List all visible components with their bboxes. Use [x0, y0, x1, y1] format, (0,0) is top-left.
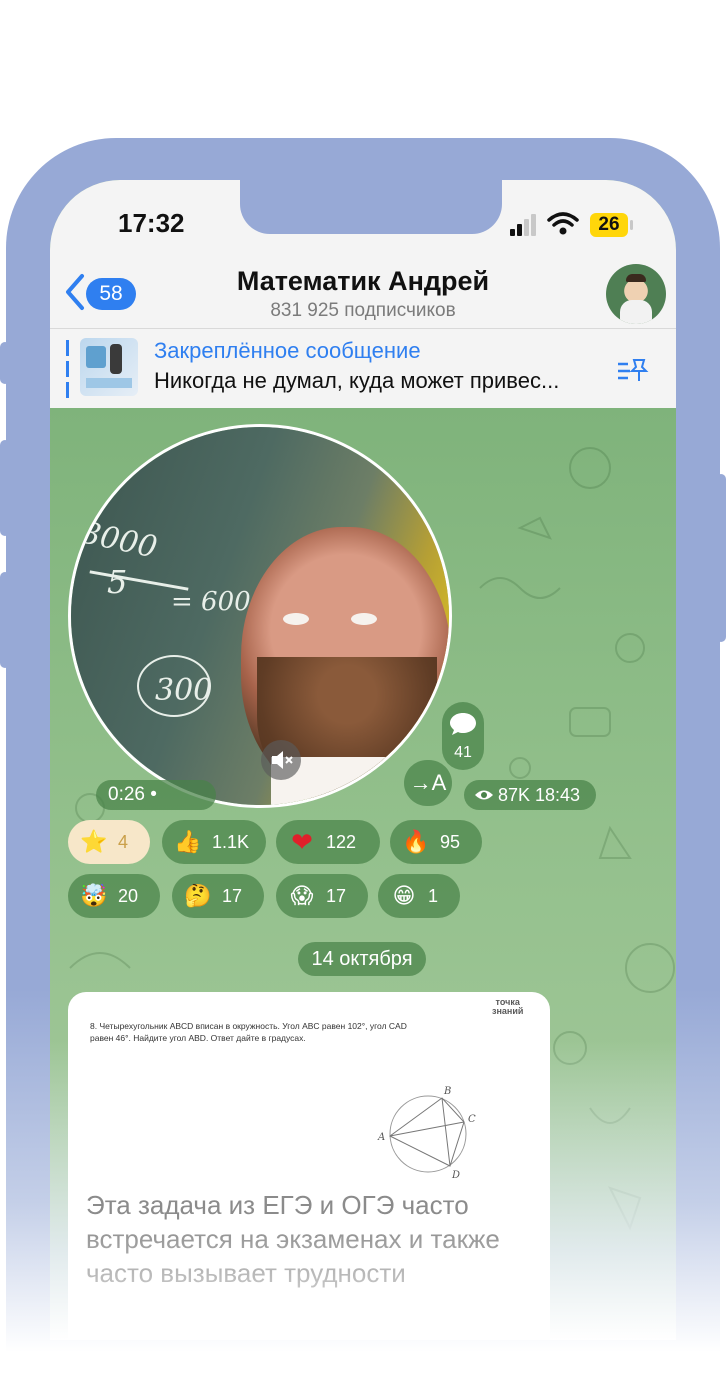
thumb-person [110, 344, 122, 374]
label-d: D [451, 1170, 460, 1181]
reaction-heart[interactable]: ❤ 122 [276, 820, 380, 864]
mind-blown-icon: 🤯 [80, 883, 108, 908]
pinned-thumbnail[interactable] [80, 338, 138, 396]
battery-cap [630, 220, 633, 230]
dynamic-island [240, 180, 502, 234]
label-c: C [468, 1114, 476, 1125]
chalk-number-3: = 600 [171, 587, 251, 617]
reaction-grin[interactable]: 😁 1 [378, 874, 460, 918]
status-time: 17:32 [118, 208, 185, 238]
reaction-count: 4 [118, 832, 129, 852]
thumbs-up-icon: 👍 [174, 829, 202, 854]
task-question: 8. Четырехугольник ABCD вписан в окружно… [90, 1021, 407, 1043]
avatar-hair [626, 274, 646, 282]
chalk-circle [137, 655, 211, 717]
wifi-icon [547, 212, 579, 235]
reaction-count: 122 [326, 832, 357, 852]
person-eye-right [351, 613, 377, 625]
reaction-scream[interactable]: 😱 17 [276, 874, 368, 918]
fire-icon: 🔥 [402, 829, 430, 854]
chalk-number-2: 5 [107, 563, 128, 601]
phone-screen: 17:32 26 58 Математик Андрей 831 925 под… [50, 180, 676, 1340]
video-duration: 0:26 • [96, 780, 216, 810]
thinking-face-icon: 🤔 [184, 883, 212, 908]
thumb-screen [86, 346, 106, 368]
views-and-time: 87K 18:43 [464, 780, 596, 810]
reaction-thumbs-up[interactable]: 👍 1.1K [162, 820, 266, 864]
header-divider [50, 328, 676, 329]
thumb-bottom [86, 378, 132, 388]
post-card[interactable]: точка знаний 8. Четырехугольник ABCD впи… [68, 992, 550, 1340]
inscribed-quadrilateral-diagram: A B C D [377, 1086, 476, 1181]
reaction-count: 20 [118, 886, 139, 906]
comment-bubble-icon [450, 713, 476, 735]
reaction-fire[interactable]: 🔥 95 [390, 820, 482, 864]
channel-avatar[interactable] [606, 264, 666, 324]
chat-header: 17:32 26 58 Математик Андрей 831 925 под… [50, 180, 676, 408]
reaction-thinking[interactable]: 🤔 17 [172, 874, 264, 918]
tochka-znaniy-logo: точка знаний [492, 998, 523, 1016]
speaker-muted-icon [272, 751, 293, 769]
post-fade [68, 1222, 550, 1340]
logo-line-2: знаний [492, 1006, 524, 1016]
person-eye-left [283, 613, 309, 625]
reaction-count: 95 [440, 832, 461, 852]
grinning-face-icon: 😁 [392, 883, 416, 908]
label-b: B [443, 1086, 451, 1097]
side-button-left-3 [0, 572, 10, 668]
mute-button[interactable] [261, 740, 301, 780]
comments-count: 41 [454, 744, 472, 761]
pinned-list-icon[interactable] [616, 356, 650, 386]
star-icon: ⭐ [80, 829, 108, 854]
reaction-mind-blown[interactable]: 🤯 20 [68, 874, 160, 918]
date-separator: 14 октября [298, 942, 426, 976]
pinned-text[interactable]: Никогда не думал, куда может привес... [154, 368, 559, 394]
eye-icon [475, 790, 493, 800]
side-button-right [716, 474, 726, 642]
reaction-count: 17 [326, 886, 347, 906]
reaction-star[interactable]: ⭐ 4 [68, 820, 150, 864]
screaming-face-icon: 😱 [290, 883, 314, 908]
reaction-count: 17 [222, 886, 243, 906]
pinned-title[interactable]: Закреплённое сообщение [154, 338, 421, 364]
pinned-indicator [66, 340, 69, 398]
comments-button[interactable]: 41 [442, 702, 484, 770]
translate-button[interactable]: →A [404, 760, 452, 806]
side-button-left-2 [0, 440, 10, 536]
avatar-shirt [620, 300, 652, 324]
reaction-count: 1 [428, 886, 439, 906]
channel-title[interactable]: Математик Андрей [50, 266, 676, 297]
views-time-text: 87K 18:43 [498, 785, 581, 805]
label-a: A [377, 1132, 385, 1143]
heart-icon: ❤ [291, 827, 313, 857]
video-message[interactable]: 3000 5 = 600 300 [68, 424, 452, 808]
battery-icon: 26 [590, 213, 628, 237]
subscriber-count: 831 925 подписчиков [270, 300, 456, 321]
side-button-left-1 [0, 342, 10, 384]
reaction-count: 1.1K [212, 832, 250, 852]
